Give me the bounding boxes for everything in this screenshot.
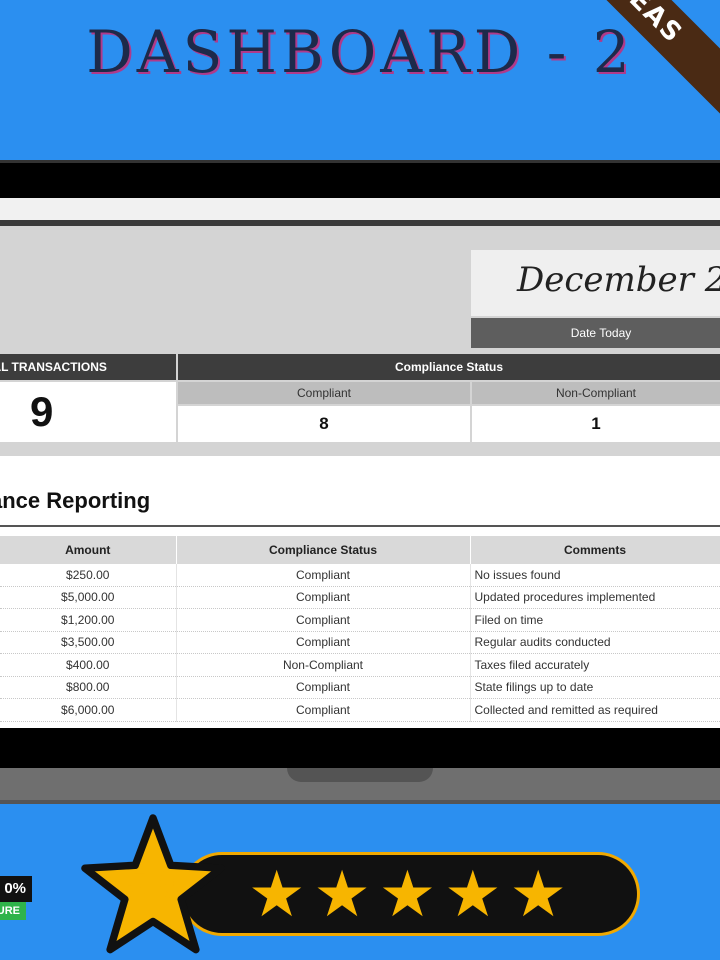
guarantee-badge: 0% URE (0, 868, 40, 928)
laptop-notch (287, 768, 433, 782)
total-transactions-header: TAL TRANSACTIONS (0, 354, 176, 380)
table-row: $5,000.00 Compliant Updated procedures imp… (0, 586, 720, 609)
star-icon: ★ (378, 858, 437, 932)
column-header-comments[interactable]: Comments (470, 536, 720, 564)
amount-cell[interactable]: $5,000.00 (0, 586, 177, 609)
comment-cell[interactable]: Regular audits conducted (470, 631, 720, 654)
date-label: Date Today (471, 318, 720, 348)
laptop-bezel-top (0, 160, 720, 203)
date-value: December 24,2024 (517, 260, 720, 300)
amount-cell[interactable]: $800.00 (0, 676, 177, 699)
comment-cell[interactable]: Filed on time (470, 608, 720, 632)
star-icon: ★ (248, 858, 306, 932)
amount-cell[interactable]: $1,200.00 (0, 608, 177, 632)
table-row: $1,200.00 Compliant Filed on time (0, 608, 720, 632)
compliant-label: Compliant (178, 382, 470, 404)
table-row: $400.00 Non-Compliant Taxes filed accurate… (0, 653, 720, 677)
status-cell[interactable]: Compliant (176, 698, 471, 722)
status-cell[interactable]: Compliant (176, 564, 471, 587)
amount-cell[interactable]: $400.00 (0, 653, 177, 677)
table-row: $250.00 Compliant No issues found (0, 564, 720, 587)
comment-cell[interactable]: No issues found (470, 564, 720, 587)
status-cell[interactable]: Compliant (176, 631, 471, 654)
badge-percent: 0% (0, 876, 32, 902)
status-cell[interactable]: Compliant (176, 608, 471, 632)
status-cell[interactable]: Non-Compliant (176, 653, 471, 677)
laptop-screen: December 24,2024 Date Today TAL TRANSACT… (0, 198, 720, 728)
star-icon: ★ (509, 858, 567, 932)
status-cell[interactable]: Compliant (176, 586, 471, 609)
comment-cell[interactable]: Collected and remitted as required (470, 698, 720, 722)
table-header-row: Amount Compliance Status Comments (0, 536, 720, 564)
table-row: $3,500.00 Compliant Regular audits conduct… (0, 631, 720, 654)
section-title: ance Reporting (0, 488, 151, 513)
status-cell[interactable]: Compliant (176, 676, 471, 699)
section-divider (0, 525, 720, 527)
date-box: December 24,2024 (471, 250, 720, 316)
laptop-bezel-bottom (0, 728, 720, 768)
compliance-status-header: Compliance Status (178, 354, 720, 380)
compliant-count: 8 (178, 406, 470, 442)
amount-cell[interactable]: $3,500.00 (0, 631, 177, 654)
table-row: $800.00 Compliant State filings up to date (0, 676, 720, 699)
amount-cell[interactable]: $250.00 (0, 564, 177, 587)
table-row: $6,000.00 Compliant Collected and remitted… (0, 698, 720, 722)
star-icon: ★ (313, 858, 371, 932)
star-row: ★ ★ ★ ★ ★ (248, 862, 567, 928)
comment-cell[interactable]: Taxes filed accurately (470, 653, 720, 677)
banner-title: DASHBOARD - 2 (86, 18, 634, 86)
total-transactions-value: 9 (0, 382, 176, 442)
noncompliant-count: 1 (472, 406, 720, 442)
amount-cell[interactable]: $6,000.00 (0, 698, 177, 722)
comment-cell[interactable]: Updated procedures implemented (470, 586, 720, 609)
comment-cell[interactable]: State filings up to date (470, 676, 720, 699)
star-icon: ★ (444, 858, 502, 932)
badge-label: URE (0, 902, 26, 920)
noncompliant-label: Non-Compliant (472, 382, 720, 404)
column-header-status[interactable]: Compliance Status (176, 536, 471, 564)
compliance-table: Amount Compliance Status Comments $250.0… (0, 536, 720, 722)
column-header-amount[interactable]: Amount (0, 536, 177, 564)
rating-score: 5.0 (125, 862, 181, 906)
